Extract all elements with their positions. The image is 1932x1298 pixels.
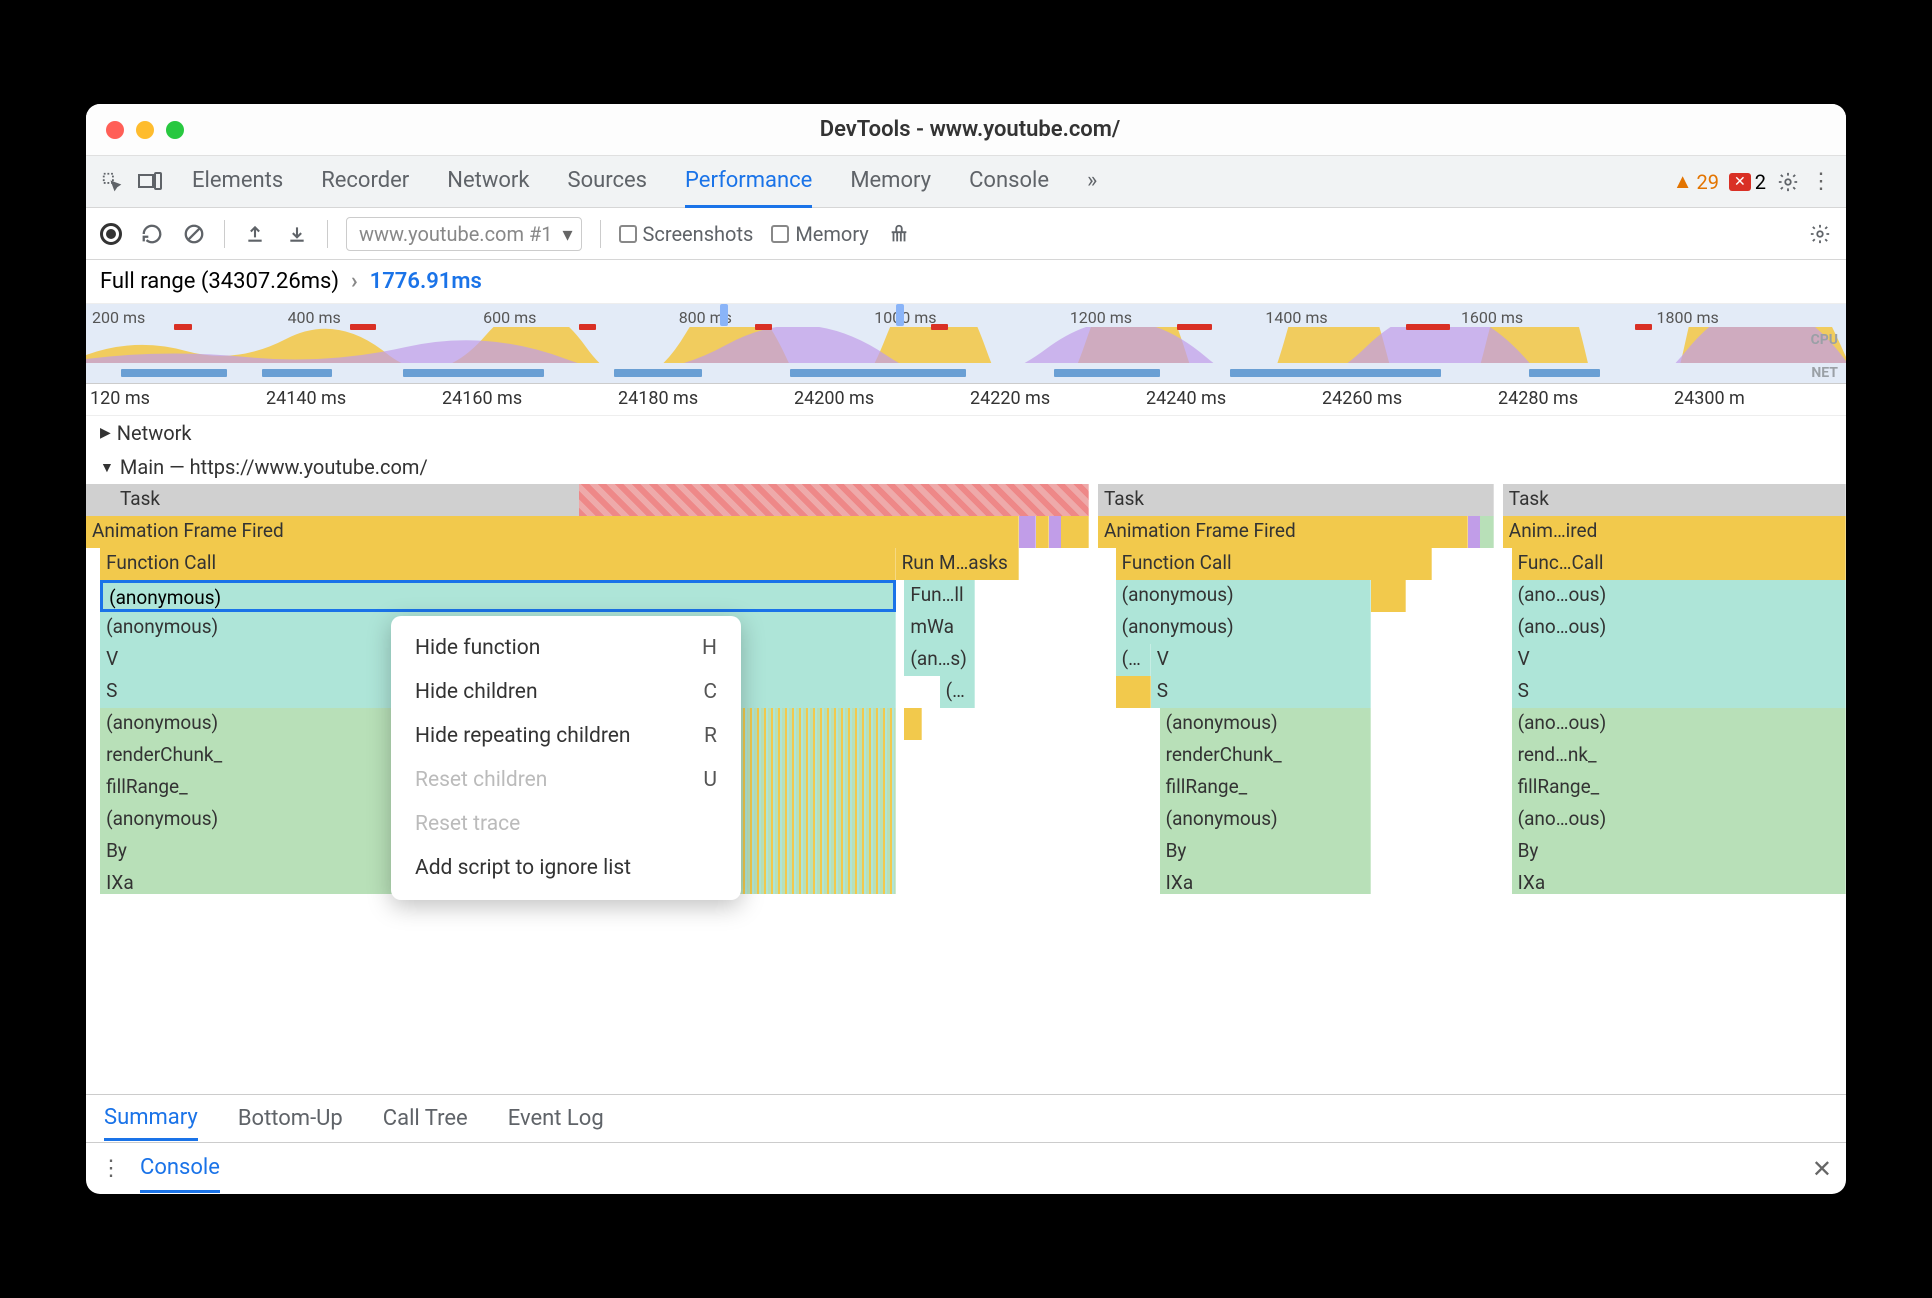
- selection-handle-right[interactable]: [896, 304, 904, 326]
- net-label: NET: [1811, 365, 1838, 381]
- menu-hide-function[interactable]: Hide function H: [391, 626, 741, 670]
- more-tabs[interactable]: »: [1087, 156, 1097, 208]
- gear-icon[interactable]: [1776, 170, 1800, 194]
- tab-recorder[interactable]: Recorder: [321, 156, 409, 208]
- details-tabs: Summary Bottom-Up Call Tree Event Log: [86, 1094, 1846, 1142]
- recording-select[interactable]: www.youtube.com #1: [346, 217, 582, 251]
- selection-handle-left[interactable]: [720, 304, 728, 326]
- console-drawer: ⋮ Console ✕: [86, 1142, 1846, 1194]
- tab-elements[interactable]: Elements: [192, 156, 283, 208]
- range-breadcrumb: Full range (34307.26ms) › 1776.91ms: [86, 260, 1846, 304]
- memory-checkbox[interactable]: Memory: [771, 222, 868, 246]
- cpu-label: CPU: [1811, 332, 1838, 348]
- window-title: DevTools - www.youtube.com/: [184, 117, 1756, 142]
- close-window-button[interactable]: [106, 121, 124, 139]
- device-icon[interactable]: [138, 170, 162, 194]
- drawer-menu-icon[interactable]: ⋮: [100, 1156, 122, 1181]
- performance-controls: www.youtube.com #1 Screenshots Memory: [86, 208, 1846, 260]
- tab-event-log[interactable]: Event Log: [508, 1106, 604, 1131]
- minimize-window-button[interactable]: [136, 121, 154, 139]
- context-menu: Hide function H Hide children C Hide rep…: [391, 616, 741, 900]
- current-range[interactable]: 1776.91ms: [370, 269, 482, 294]
- chevron-right-icon: ›: [351, 269, 358, 294]
- inspect-icon[interactable]: [100, 170, 124, 194]
- menu-hide-children[interactable]: Hide children C: [391, 670, 741, 714]
- timeline-ruler[interactable]: 120 ms 24140 ms 24160 ms 24180 ms 24200 …: [86, 384, 1846, 416]
- menu-hide-repeating[interactable]: Hide repeating children R: [391, 714, 741, 758]
- close-drawer-icon[interactable]: ✕: [1812, 1155, 1832, 1183]
- console-drawer-tab[interactable]: Console: [140, 1145, 220, 1193]
- tab-summary[interactable]: Summary: [104, 1105, 198, 1141]
- net-usage-bars: [86, 369, 1846, 379]
- tab-network[interactable]: Network: [447, 156, 529, 208]
- record-button[interactable]: [100, 223, 122, 245]
- screenshots-checkbox[interactable]: Screenshots: [619, 222, 754, 246]
- warnings-badge[interactable]: ▲ 29: [1673, 169, 1719, 194]
- load-profile-icon[interactable]: [243, 222, 267, 246]
- flame-chart[interactable]: Task Task Task Animation Frame Fired Ani…: [86, 484, 1846, 894]
- main-toolbar: Elements Recorder Network Sources Perfor…: [86, 156, 1846, 208]
- clear-icon[interactable]: [182, 222, 206, 246]
- tab-console[interactable]: Console: [969, 156, 1049, 208]
- cpu-usage-graph: [86, 327, 1846, 363]
- panel-tabs: Elements Recorder Network Sources Perfor…: [192, 156, 1097, 208]
- tab-call-tree[interactable]: Call Tree: [383, 1106, 468, 1131]
- devtools-window: DevTools - www.youtube.com/ Elements Rec…: [86, 104, 1846, 1194]
- main-track-header[interactable]: ▼Main — https://www.youtube.com/: [86, 450, 1846, 484]
- maximize-window-button[interactable]: [166, 121, 184, 139]
- save-profile-icon[interactable]: [285, 222, 309, 246]
- flame-task[interactable]: Task: [1098, 484, 1494, 516]
- capture-settings-icon[interactable]: [1808, 222, 1832, 246]
- overview-minimap[interactable]: 200 ms 400 ms 600 ms 800 ms 1000 ms 1200…: [86, 304, 1846, 384]
- menu-reset-trace: Reset trace: [391, 802, 741, 846]
- gc-icon[interactable]: [887, 222, 911, 246]
- tab-memory[interactable]: Memory: [850, 156, 931, 208]
- window-controls: [106, 121, 184, 139]
- network-track-header[interactable]: ▶Network: [86, 416, 1846, 450]
- reload-icon[interactable]: [140, 222, 164, 246]
- tab-performance[interactable]: Performance: [685, 156, 812, 208]
- titlebar: DevTools - www.youtube.com/: [86, 104, 1846, 156]
- menu-reset-children: Reset children U: [391, 758, 741, 802]
- tab-sources[interactable]: Sources: [568, 156, 648, 208]
- more-menu-icon[interactable]: ⋮: [1810, 169, 1832, 194]
- flame-task[interactable]: Task: [1503, 484, 1846, 516]
- tracks: ▶Network ▼Main — https://www.youtube.com…: [86, 416, 1846, 894]
- full-range-label[interactable]: Full range (34307.26ms): [100, 269, 339, 294]
- flame-selected-block[interactable]: (anonymous): [100, 580, 896, 612]
- errors-badge[interactable]: ✕2: [1729, 170, 1766, 194]
- tab-bottom-up[interactable]: Bottom-Up: [238, 1106, 343, 1131]
- menu-add-ignore[interactable]: Add script to ignore list: [391, 846, 741, 890]
